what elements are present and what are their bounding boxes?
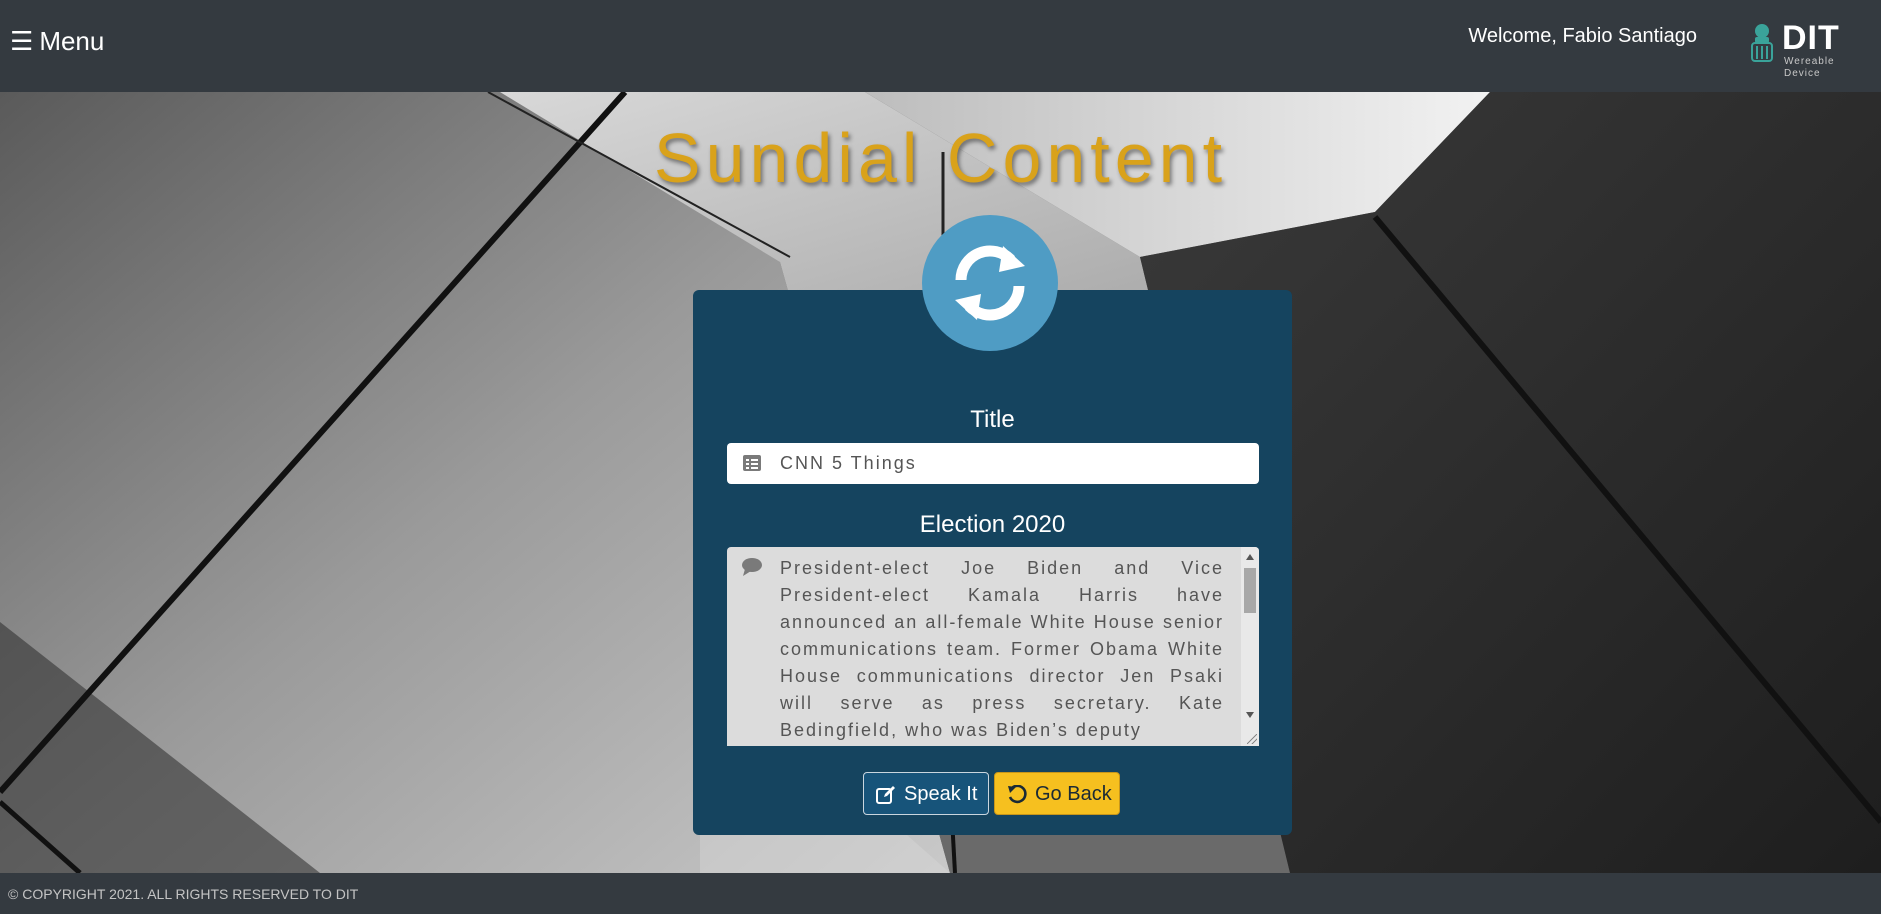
copyright-text: © COPYRIGHT 2021. ALL RIGHTS RESERVED TO… (8, 886, 359, 902)
edit-icon (876, 786, 895, 804)
speak-it-button[interactable]: Speak It (863, 772, 989, 815)
page-title: Sundial Content (653, 119, 1228, 197)
scroll-up-icon[interactable] (1246, 554, 1254, 560)
scrollbar-thumb[interactable] (1244, 568, 1256, 613)
comment-icon (742, 558, 762, 576)
title-value: CNN 5 Things (780, 453, 917, 473)
speak-it-label: Speak It (904, 783, 978, 805)
body-label: Election 2020 (919, 511, 1066, 538)
top-navbar: ☰ Menu Welcome, Fabio Santiago DIT Wereab… (0, 0, 1881, 92)
menu-label: Menu (39, 26, 105, 56)
go-back-button[interactable]: Go Back (994, 772, 1120, 815)
footer: © COPYRIGHT 2021. ALL RIGHTS RESERVED TO… (0, 873, 1881, 914)
dit-logo[interactable]: DIT Wereable Device (1746, 18, 1856, 79)
sync-icon (922, 215, 1058, 351)
content-card: Title CNN 5 Things Election 2020 Preside… (693, 290, 1292, 835)
logo-subtext: Wereable Device (1784, 56, 1835, 79)
textarea-scrollbar[interactable] (1241, 547, 1259, 746)
welcome-text: Welcome, Fabio Santiago (1468, 25, 1697, 47)
title-label: Title (970, 406, 1015, 433)
undo-icon (1008, 785, 1027, 804)
resize-grip-icon[interactable] (1247, 734, 1257, 744)
menu-button[interactable]: ☰ Menu (10, 24, 104, 58)
body-text: President-elect Joe Biden and Vice Presi… (780, 558, 1224, 740)
hamburger-icon: ☰ (10, 26, 34, 56)
scroll-down-icon[interactable] (1246, 712, 1254, 718)
body-textarea[interactable]: President-elect Joe Biden and Vice Presi… (727, 547, 1259, 746)
logo-text: DIT (1782, 19, 1840, 57)
title-input[interactable]: CNN 5 Things (727, 443, 1259, 484)
go-back-label: Go Back (1035, 783, 1112, 805)
person-logo-icon (1751, 24, 1773, 62)
list-icon (743, 455, 761, 471)
